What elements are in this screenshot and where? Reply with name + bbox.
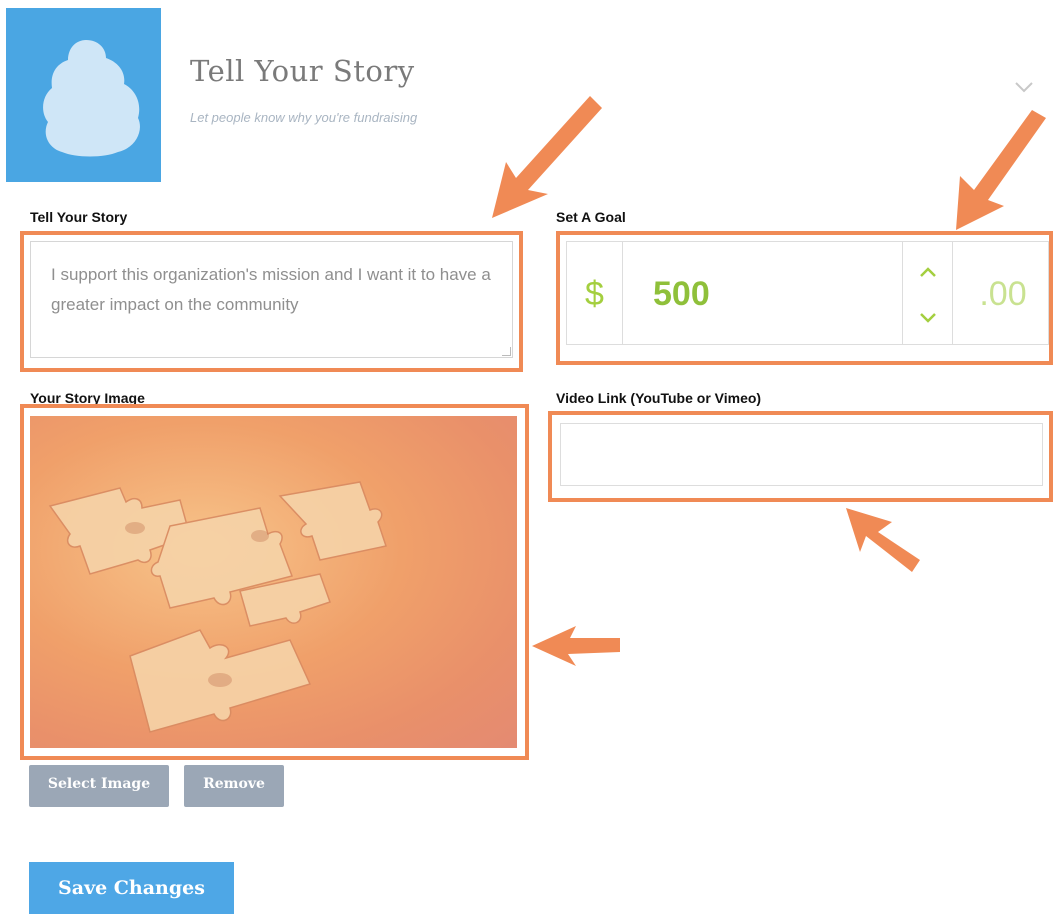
- section-subtitle: Let people know why you're fundraising: [190, 110, 418, 125]
- chevron-up-icon[interactable]: [919, 266, 937, 278]
- video-link-input[interactable]: [560, 423, 1043, 486]
- story-label: Tell Your Story: [30, 209, 128, 225]
- section-title: Tell Your Story: [190, 54, 415, 88]
- video-label: Video Link (YouTube or Vimeo): [556, 390, 762, 406]
- goal-stepper: [903, 242, 953, 344]
- remove-image-button[interactable]: Remove: [184, 765, 284, 807]
- video-highlight: [548, 411, 1053, 502]
- story-image-highlight: [20, 404, 529, 760]
- goal-label: Set A Goal: [556, 209, 626, 225]
- story-image-preview: [30, 416, 517, 748]
- chevron-down-icon[interactable]: [1014, 80, 1034, 94]
- arrow-to-goal: [956, 110, 1046, 230]
- goal-highlight: $ 500 .00: [556, 231, 1053, 365]
- story-highlight: I support this organization's mission an…: [20, 231, 523, 372]
- select-image-button[interactable]: Select Image: [29, 765, 169, 807]
- save-changes-button[interactable]: Save Changes: [29, 862, 234, 914]
- goal-amount-input[interactable]: 500: [623, 242, 903, 344]
- currency-symbol: $: [567, 242, 623, 344]
- goal-field: $ 500 .00: [566, 241, 1049, 345]
- chevron-down-icon[interactable]: [919, 312, 937, 324]
- story-textarea[interactable]: I support this organization's mission an…: [30, 241, 513, 358]
- goal-cents-input[interactable]: .00: [953, 242, 1053, 344]
- arrow-to-video: [846, 508, 920, 572]
- campaign-avatar-icon: [6, 8, 161, 182]
- arrow-to-story: [492, 96, 602, 218]
- arrow-to-image: [532, 626, 620, 666]
- resize-handle-icon[interactable]: [502, 347, 511, 356]
